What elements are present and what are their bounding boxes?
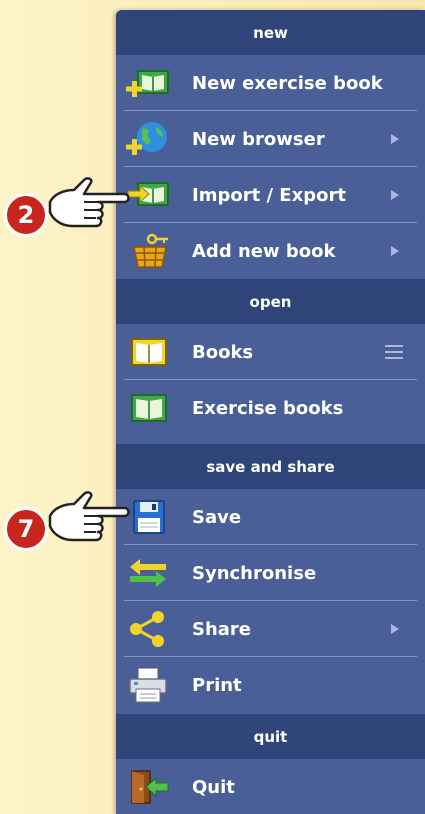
globe-plus-icon	[126, 122, 167, 155]
menu-lines-icon[interactable]	[385, 345, 403, 359]
book-icon	[131, 338, 167, 366]
section-header-open: open	[116, 279, 425, 324]
submenu-arrow-icon	[391, 624, 399, 634]
side-menu: new New exercise book New browser Import…	[116, 10, 425, 814]
sync-arrows-icon	[130, 559, 166, 587]
printer-icon	[129, 667, 167, 703]
pointing-hand-icon	[48, 491, 130, 542]
callout-badge-2: 2	[4, 193, 48, 237]
section-header-quit: quit	[116, 714, 425, 759]
menu-item-label: Synchronise	[192, 562, 317, 584]
callout-badge-7: 7	[4, 507, 48, 551]
menu-item-label: Import / Export	[192, 184, 346, 206]
submenu-arrow-icon	[391, 246, 399, 256]
menu-item-label: Quit	[192, 776, 235, 798]
menu-item-quit[interactable]: Quit	[116, 759, 425, 814]
menu-item-add-new-book[interactable]: Add new book	[116, 223, 425, 279]
submenu-arrow-icon	[391, 134, 399, 144]
menu-item-label: Save	[192, 506, 242, 528]
menu-item-save[interactable]: Save	[116, 489, 425, 545]
menu-item-books[interactable]: Books	[116, 324, 425, 380]
menu-item-label: Share	[192, 618, 252, 640]
menu-item-exercise-books[interactable]: Exercise books	[116, 380, 425, 436]
menu-item-label: Print	[192, 674, 242, 696]
section-header-new: new	[116, 10, 425, 55]
menu-item-label: Books	[192, 341, 254, 363]
exit-door-icon	[131, 770, 169, 804]
menu-item-share[interactable]: Share	[116, 601, 425, 657]
exercise-book-icon	[131, 394, 167, 422]
new-exercise-book-icon	[126, 70, 169, 97]
section-header-save-share: save and share	[116, 444, 425, 489]
menu-item-synchronise[interactable]: Synchronise	[116, 545, 425, 601]
share-icon	[130, 611, 164, 647]
menu-item-import-export[interactable]: Import / Export	[116, 167, 425, 223]
menu-item-label: Exercise books	[192, 397, 344, 419]
pointing-hand-icon	[48, 177, 130, 228]
menu-item-label: New exercise book	[192, 72, 383, 94]
menu-item-label: Add new book	[192, 240, 336, 262]
menu-item-print[interactable]: Print	[116, 657, 425, 713]
menu-item-new-exercise-book[interactable]: New exercise book	[116, 55, 425, 111]
menu-item-new-browser[interactable]: New browser	[116, 111, 425, 167]
submenu-arrow-icon	[391, 190, 399, 200]
menu-item-label: New browser	[192, 128, 325, 150]
